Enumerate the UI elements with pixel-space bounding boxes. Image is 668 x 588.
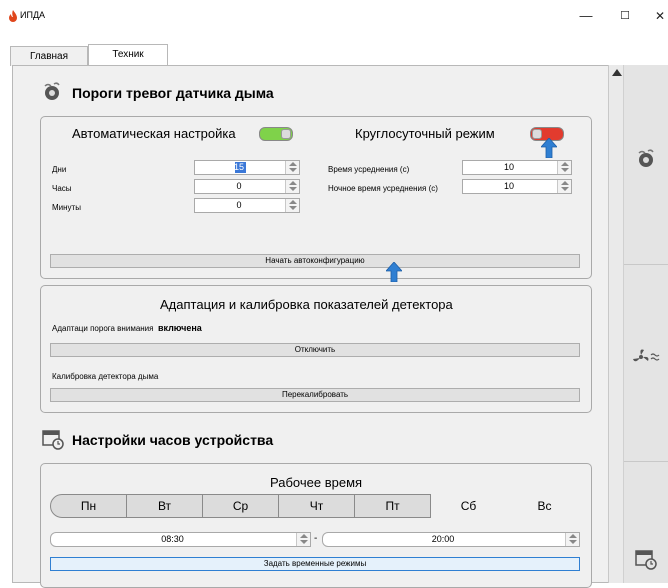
title-bar: ИПДА — ☐ ✕ — [0, 0, 668, 32]
close-button[interactable]: ✕ — [652, 6, 668, 26]
fan-icon — [633, 349, 660, 362]
day-tue-button[interactable]: Вт — [126, 494, 203, 518]
smoke-detector-icon — [44, 82, 60, 100]
device-clock-heading: Настройки часов устройства — [72, 432, 274, 448]
auto-setup-label: Автоматическая настройка — [72, 126, 236, 141]
start-autoconfig-button[interactable]: Начать автоконфигурацию — [50, 254, 580, 268]
threshold-adaptation-state: включена — [157, 323, 202, 333]
disable-button[interactable]: Отключить — [50, 343, 580, 357]
calibration-label: Калибровка детектора дыма — [52, 372, 159, 381]
day-sun-button[interactable]: Вс — [506, 494, 583, 518]
vertical-scrollbar[interactable] — [609, 65, 624, 583]
minimize-button[interactable]: — — [574, 6, 598, 26]
avg-time-label: Время усреднения (с) — [328, 165, 410, 174]
auto-setup-toggle[interactable] — [259, 127, 293, 141]
recalibrate-button[interactable]: Перекалибровать — [50, 388, 580, 402]
days-spinbox[interactable]: 15 15 — [194, 160, 300, 175]
night-avg-time-spinbox[interactable]: 10 — [462, 179, 572, 194]
window-title: ИПДА — [20, 10, 46, 20]
adaptation-heading: Адаптация и калибровка показателей детек… — [160, 297, 453, 312]
day-mon-button[interactable]: Пн — [50, 494, 127, 518]
set-time-modes-button[interactable]: Задать временные режимы — [50, 557, 580, 571]
calendar-clock-icon — [42, 430, 64, 450]
tab-main[interactable]: Главная — [10, 46, 88, 66]
days-label: Дни — [52, 165, 67, 174]
up-arrow-hint-icon — [541, 138, 557, 158]
minutes-spinbox[interactable]: 0 — [194, 198, 300, 213]
hours-spinbox[interactable]: 0 — [194, 179, 300, 194]
threshold-adaptation-label: Адаптаци порога внимания включена — [52, 323, 202, 333]
night-avg-time-label: Ночное время усреднения (с) — [328, 184, 438, 193]
time-range-dash: - — [314, 533, 318, 544]
calendar-clock-icon — [635, 550, 657, 570]
app-flame-icon — [9, 10, 17, 22]
tab-technician[interactable]: Техник — [88, 44, 168, 66]
roundclock-label: Круглосуточный режим — [355, 126, 495, 141]
smoke-detector-icon — [638, 149, 654, 167]
hours-label: Часы — [52, 184, 72, 193]
day-thu-button[interactable]: Чт — [278, 494, 355, 518]
day-fri-button[interactable]: Пт — [354, 494, 431, 518]
side-section-clock[interactable] — [624, 462, 668, 583]
smoke-thresholds-heading: Пороги тревог датчика дыма — [72, 85, 274, 101]
maximize-button[interactable]: ☐ — [613, 6, 637, 26]
scroll-up-arrow-icon[interactable] — [612, 69, 622, 76]
start-time-edit[interactable]: 08:30 — [50, 532, 311, 547]
side-section-fan[interactable] — [624, 265, 668, 462]
avg-time-spinbox[interactable]: 10 — [462, 160, 572, 175]
day-wed-button[interactable]: Ср — [202, 494, 279, 518]
side-section-smoke[interactable] — [624, 65, 668, 265]
end-time-edit[interactable]: 20:00 — [322, 532, 580, 547]
day-sat-button[interactable]: Сб — [430, 494, 507, 518]
up-arrow-hint-icon — [386, 262, 402, 282]
minutes-label: Минуты — [52, 203, 81, 212]
work-time-label: Рабочее время — [270, 475, 363, 490]
